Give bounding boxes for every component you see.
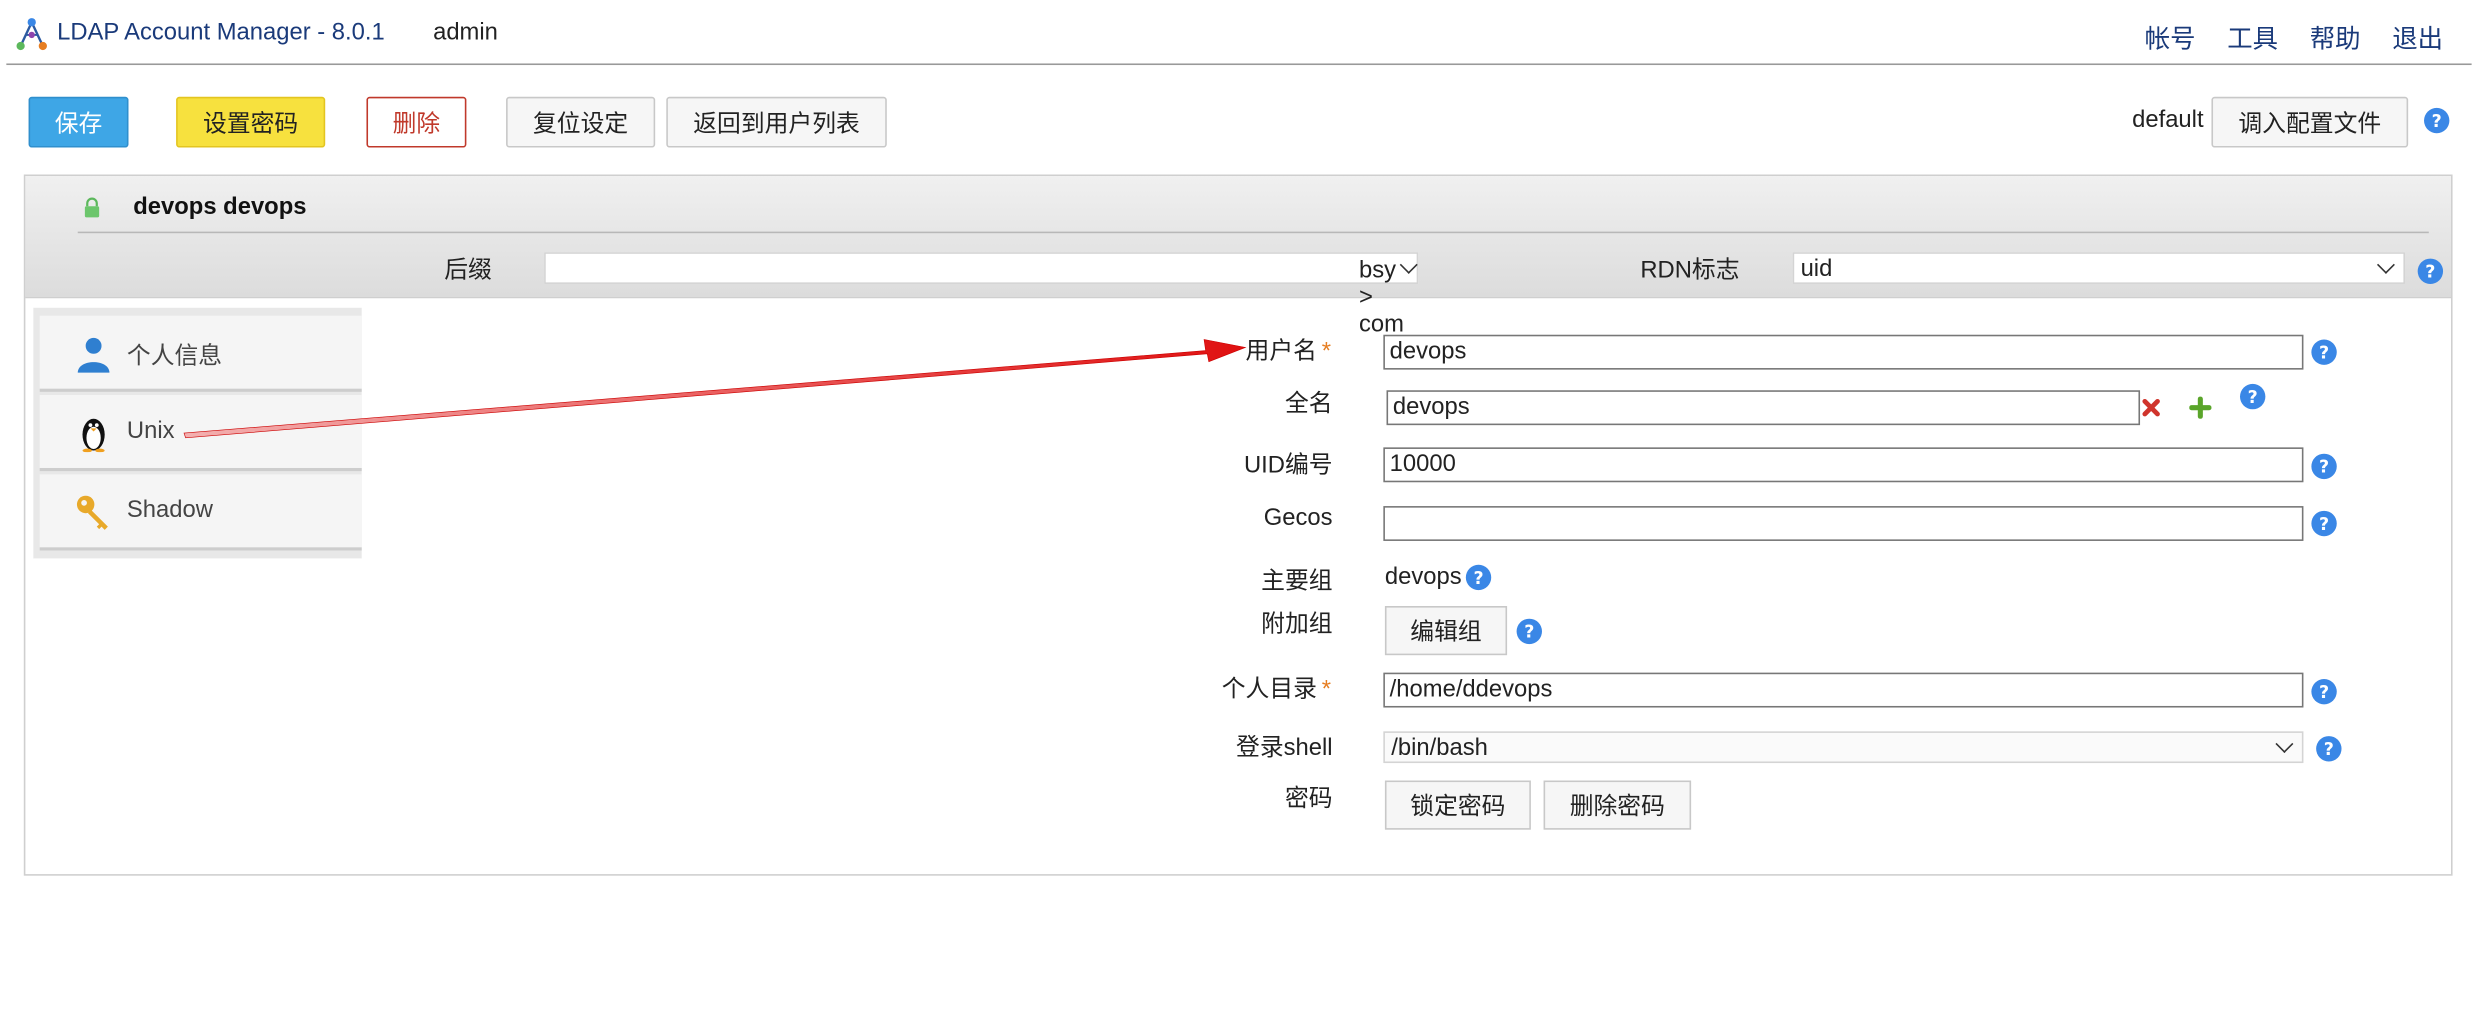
additional-groups-label: 附加组 xyxy=(1261,610,1333,638)
help-icon[interactable]: ? xyxy=(2311,453,2337,480)
top-nav: 帐号 工具 帮助 退出 xyxy=(2145,17,2443,55)
gecos-label: Gecos xyxy=(1263,504,1333,532)
tab-unix[interactable]: Unix xyxy=(39,395,362,472)
current-user: admin xyxy=(433,19,498,47)
tab-shadow[interactable]: Shadow xyxy=(39,474,362,551)
suffix-value: bsy > com xyxy=(1358,256,1404,338)
rdn-value: uid xyxy=(1800,255,1833,283)
home-directory-label: 个人目录 * xyxy=(1221,675,1331,703)
lock-password-button[interactable]: 锁定密码 xyxy=(1384,780,1531,830)
tab-label: Unix xyxy=(126,417,175,445)
home-directory-input[interactable]: /home/ddevops xyxy=(1383,672,2304,708)
suffix-select[interactable]: bsy > com xyxy=(544,252,1419,338)
gecos-input[interactable] xyxy=(1383,506,2304,541)
username-label: 用户名 * xyxy=(1245,337,1331,365)
key-icon xyxy=(76,495,108,530)
login-shell-select[interactable]: /bin/bash xyxy=(1383,731,2304,764)
help-icon[interactable]: ? xyxy=(2316,736,2342,762)
edit-groups-button[interactable]: 编辑组 xyxy=(1384,606,1508,656)
help-icon[interactable]: ? xyxy=(2424,107,2450,134)
help-icon[interactable]: ? xyxy=(2239,383,2266,410)
entry-title: devops devops xyxy=(133,193,307,221)
help-icon[interactable]: ? xyxy=(1516,618,1542,645)
uid-label: UID编号 xyxy=(1243,452,1333,480)
nav-accounts[interactable]: 帐号 xyxy=(2145,17,2196,55)
nav-tools[interactable]: 工具 xyxy=(2227,17,2278,55)
rdn-select[interactable]: uid xyxy=(1792,252,2405,284)
help-icon[interactable]: ? xyxy=(2311,339,2337,365)
chevron-down-icon xyxy=(2376,255,2395,274)
profile-name: default xyxy=(2132,106,2204,134)
entry-header: devops devops 后缀 bsy > com RDN标志 uid xyxy=(25,176,2451,338)
person-icon xyxy=(77,337,110,373)
remove-icon[interactable] xyxy=(2142,398,2161,417)
penguin-icon xyxy=(82,418,105,453)
help-icon[interactable]: ? xyxy=(1465,564,1492,591)
app-title: LDAP Account Manager - 8.0.1 xyxy=(57,19,385,47)
nav-help[interactable]: 帮助 xyxy=(2310,17,2361,55)
suffix-label: 后缀 xyxy=(444,256,492,284)
set-password-button[interactable]: 设置密码 xyxy=(176,96,326,148)
rdn-help-icon[interactable]: ? xyxy=(2417,258,2444,284)
nav-logout[interactable]: 退出 xyxy=(2392,17,2443,55)
login-shell-value: /bin/bash xyxy=(1391,734,1488,762)
lock-icon xyxy=(84,197,100,218)
fullname-label: 全名 xyxy=(1284,390,1333,418)
login-shell-label: 登录shell xyxy=(1236,734,1333,762)
tab-label: 个人信息 xyxy=(126,342,223,370)
primary-group-value: devops xyxy=(1384,563,1462,591)
fullname-input[interactable]: devops xyxy=(1386,390,2141,426)
back-to-user-list-button[interactable]: 返回到用户列表 xyxy=(666,96,887,148)
uid-input[interactable]: 10000 xyxy=(1383,447,2304,483)
load-profile-button[interactable]: 调入配置文件 xyxy=(2211,96,2409,148)
add-icon[interactable] xyxy=(2189,396,2212,419)
top-bar-divider xyxy=(6,63,2472,66)
primary-group-label: 主要组 xyxy=(1261,567,1333,595)
chevron-down-icon xyxy=(2275,735,2294,753)
remove-password-button[interactable]: 删除密码 xyxy=(1543,780,1692,830)
rdn-label: RDN标志 xyxy=(1640,256,1740,284)
save-button[interactable]: 保存 xyxy=(28,96,129,148)
help-icon[interactable]: ? xyxy=(2311,510,2337,537)
module-tabs: 个人信息 Unix Shadow xyxy=(33,307,362,559)
header-divider xyxy=(77,231,2429,234)
tab-label: Shadow xyxy=(126,496,213,524)
tab-personal-info[interactable]: 个人信息 xyxy=(39,315,362,392)
delete-button[interactable]: 删除 xyxy=(366,96,467,148)
help-icon[interactable]: ? xyxy=(2311,678,2337,705)
top-bar: LDAP Account Manager - 8.0.1 admin 帐号 工具… xyxy=(0,0,2478,66)
reset-button[interactable]: 复位设定 xyxy=(506,96,656,148)
lam-logo-icon xyxy=(16,18,47,51)
password-label: 密码 xyxy=(1284,785,1333,813)
username-input[interactable]: devops xyxy=(1383,334,2304,370)
